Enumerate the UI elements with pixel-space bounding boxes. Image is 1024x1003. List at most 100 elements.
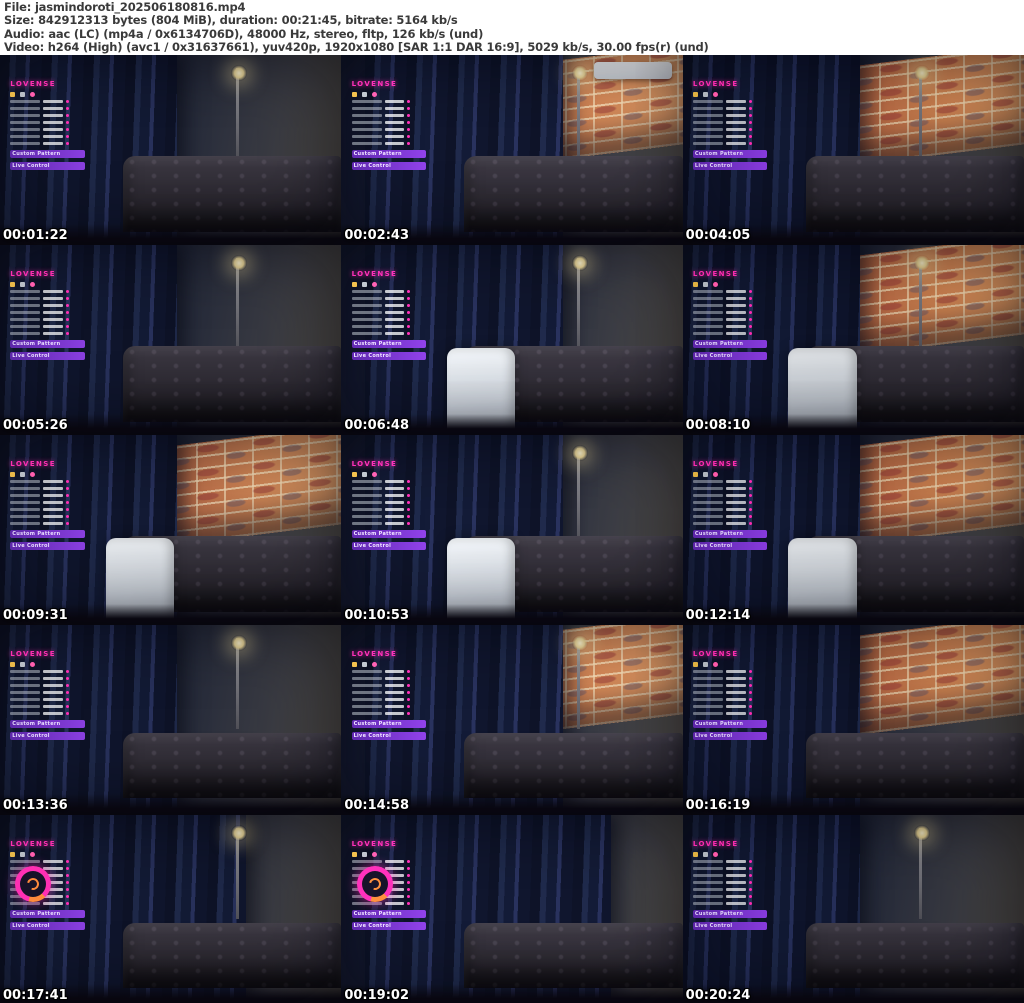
menu-value-bar [384,304,405,308]
live-control-chip: Live Control [692,351,768,360]
menu-value-bar [726,501,746,505]
menu-value-bar [726,128,746,132]
heart-icon [30,91,36,97]
tip-menu-overlay: Lovense Custom Pattern Live Control [351,80,441,170]
tip-menu-row [10,705,99,709]
coin-icon [10,281,16,287]
tip-menu-row [351,712,441,716]
menu-icon-row [10,661,99,667]
video-thumbnail: Lovense Custom Pattern Live Control 00: [341,245,683,435]
menu-price-dot [748,501,752,505]
menu-value-bar [726,698,746,702]
coin-icon [692,851,698,857]
tip-menu-row [10,325,99,329]
gear-icon [702,91,708,97]
gear-icon [361,851,367,857]
menu-value-bar [384,107,405,111]
menu-label-bar [351,325,382,329]
timestamp-badge: 00:10:53 [344,608,409,623]
heart-icon [712,91,718,97]
audio-line: Audio: aac (LC) (mp4a / 0x6134706D), 480… [4,26,484,41]
menu-price-dot [407,677,411,681]
menu-price-dot [748,325,752,329]
tip-menu-overlay: Lovense Custom Pattern Live Control [10,460,99,550]
menu-price-dot [407,480,411,484]
tip-menu-row [351,325,441,329]
menu-value-bar [384,100,405,104]
menu-value-bar [726,670,746,674]
menu-label-bar [692,290,724,294]
menu-price-dot [407,304,411,308]
menu-price-dot [748,121,752,125]
menu-value-bar [726,881,746,885]
custom-pattern-chip: Custom Pattern [351,529,427,538]
menu-value-bar [43,698,63,702]
menu-price-dot [748,508,752,512]
menu-value-bar [726,712,746,716]
menu-value-bar [43,515,63,519]
tip-menu-row [10,508,99,512]
menu-label-bar [10,522,41,526]
menu-label-bar [351,142,382,146]
timestamp-badge: 00:13:36 [3,798,68,813]
menu-price-dot [407,114,411,118]
gear-icon [20,471,26,477]
menu-price-dot [407,698,411,702]
tip-menu-row [351,297,441,301]
menu-label-bar [351,705,382,709]
tip-menu-overlay: Lovense Custom Pattern Live Control [10,80,99,170]
menu-value-bar [384,135,405,139]
gear-icon [20,91,26,97]
tip-menu-row [351,318,441,322]
menu-label-bar [351,712,382,716]
gear-icon [702,661,708,667]
heart-icon [371,471,377,477]
tip-menu-row [10,522,99,526]
heart-icon [712,661,718,667]
menu-value-bar [43,508,63,512]
menu-icon-row [692,281,782,287]
menu-label-bar [10,325,41,329]
menu-icon-row [692,91,782,97]
timestamp-badge: 00:08:10 [685,418,751,433]
menu-value-bar [43,142,63,146]
menu-price-dot [748,712,752,716]
coin-icon [692,91,698,97]
heart-icon [712,851,718,857]
menu-price-dot [65,290,69,294]
menu-label-bar [10,114,41,118]
menu-value-bar [43,712,63,716]
menu-label-bar [351,480,382,484]
menu-price-dot [748,860,752,864]
tip-menu-row [10,677,99,681]
tip-menu-row [351,304,441,308]
menu-label-bar [351,304,382,308]
menu-price-dot [65,691,69,695]
tip-menu-row [10,691,99,695]
coin-icon [692,281,698,287]
menu-price-dot [407,487,411,491]
tip-menu-row [10,311,99,315]
menu-price-dot [65,508,69,512]
tip-menu-overlay: Lovense Custom Pattern Live Control [10,650,99,740]
menu-price-dot [407,881,411,885]
menu-value-bar [384,142,405,146]
live-control-chip: Live Control [351,161,427,170]
menu-price-dot [407,135,411,139]
timestamp-badge: 00:04:05 [685,228,751,243]
menu-value-bar [726,677,746,681]
menu-label-bar [692,867,724,871]
timestamp-badge: 00:01:22 [3,228,68,243]
lovense-brand-label: Lovense [351,269,398,278]
menu-price-dot [65,888,69,892]
coin-icon [10,471,16,477]
tip-menu-row [692,128,782,132]
timestamp-badge: 00:16:19 [685,798,751,813]
custom-pattern-chip: Custom Pattern [692,909,768,918]
menu-label-bar [351,501,382,505]
lovense-brand-label: Lovense [351,649,398,658]
menu-value-bar [43,318,63,322]
menu-value-bar [726,860,746,864]
custom-pattern-chip: Custom Pattern [351,339,427,348]
coin-icon [351,91,357,97]
